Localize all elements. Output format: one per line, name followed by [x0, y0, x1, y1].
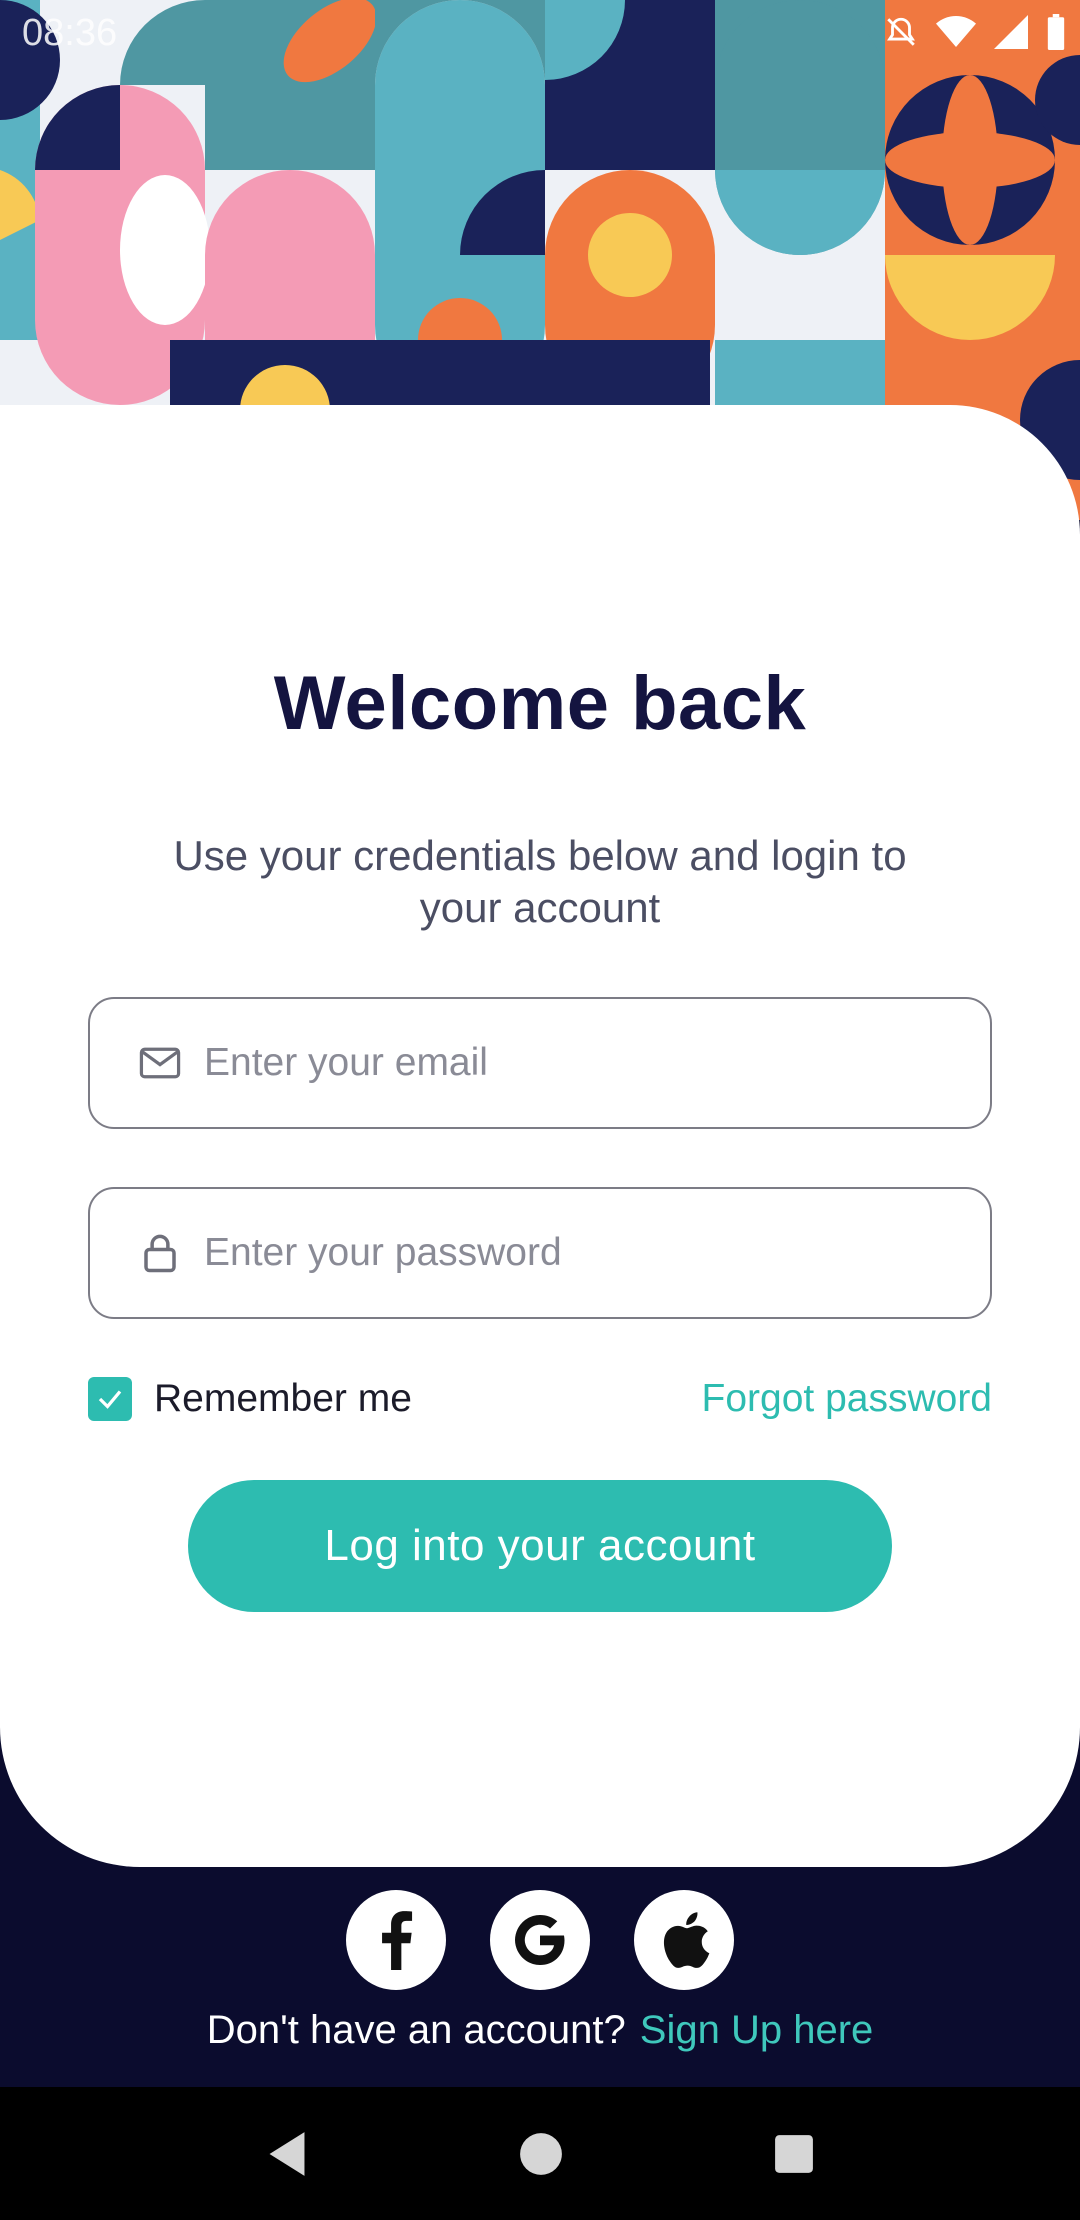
login-button[interactable]: Log into your account	[188, 1480, 892, 1612]
signup-link[interactable]: Sign Up here	[640, 2008, 873, 2052]
status-icons	[884, 14, 1066, 55]
facebook-button[interactable]	[346, 1890, 446, 1990]
back-button[interactable]	[265, 2130, 309, 2178]
login-card: Welcome back Use your credentials below …	[0, 405, 1080, 1867]
home-button[interactable]	[519, 2132, 563, 2176]
signal-icon	[994, 15, 1028, 54]
recents-button[interactable]	[773, 2133, 815, 2175]
apple-button[interactable]	[634, 1890, 734, 1990]
mail-icon	[138, 1041, 182, 1085]
remember-checkbox[interactable]	[88, 1377, 132, 1421]
apple-icon	[663, 1912, 710, 1968]
battery-icon	[1046, 14, 1066, 55]
status-time: 08:36	[22, 12, 118, 54]
remember-label: Remember me	[154, 1377, 412, 1420]
back-icon	[269, 2131, 305, 2176]
signup-prompt: Don't have an account?	[206, 2008, 626, 2052]
status-bar: 08:36	[0, 0, 1080, 66]
remember-me[interactable]: Remember me	[88, 1377, 412, 1421]
wifi-icon	[936, 15, 976, 54]
facebook-icon	[382, 1911, 413, 1970]
google-icon	[515, 1915, 565, 1965]
page-subtitle: Use your credentials below and login to …	[173, 832, 907, 931]
home-icon	[520, 2132, 562, 2175]
recents-icon	[775, 2134, 813, 2173]
google-button[interactable]	[490, 1890, 590, 1990]
lock-icon	[138, 1231, 182, 1275]
email-placeholder: Enter your email	[204, 1041, 488, 1084]
social-login	[0, 1890, 1080, 1990]
bell-off-icon	[884, 15, 918, 54]
forgot-password-link[interactable]: Forgot password	[702, 1377, 992, 1421]
system-nav-bar	[0, 2087, 1080, 2220]
password-placeholder: Enter your password	[204, 1231, 562, 1274]
email-field[interactable]: Enter your email	[88, 997, 992, 1129]
page-title: Welcome back	[273, 661, 807, 746]
signup-row: Don't have an account? Sign Up here	[0, 2008, 1080, 2053]
password-field[interactable]: Enter your password	[88, 1187, 992, 1319]
check-icon	[98, 1390, 122, 1409]
